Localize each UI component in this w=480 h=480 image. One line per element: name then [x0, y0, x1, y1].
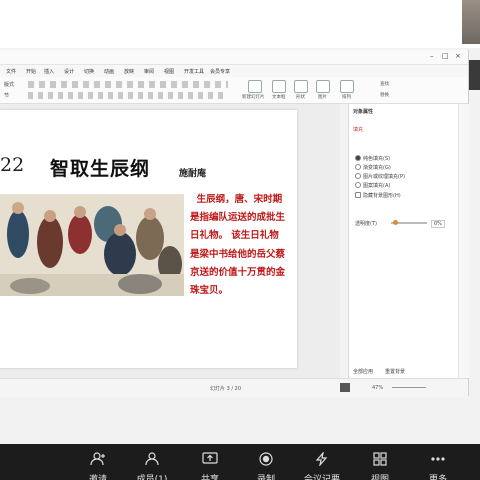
status-bar: 幻灯片 3 / 20 47% — [0, 378, 468, 397]
meeting-notes-label: 会议记要 — [303, 475, 340, 480]
transparency-slider-handle[interactable] — [393, 220, 398, 225]
invite-label: 邀请 — [88, 475, 107, 480]
record-button[interactable]: 录制 — [244, 444, 288, 480]
slide-body-text[interactable]: 生辰纲，唐、宋时期是指编队运送的成批生日礼物。 该生日礼物是梁中书给他的岳父蔡京… — [190, 191, 288, 300]
more-label: 更多 — [428, 475, 447, 480]
share-button[interactable]: 共享 — [188, 444, 232, 480]
picture-icon[interactable] — [316, 80, 330, 93]
record-label: 录制 — [256, 475, 275, 480]
current-slide[interactable]: 22 智取生辰纲 施耐庵 生辰纲，唐、宋时期是指编队运送的成批生日礼物。 该生日… — [0, 110, 297, 368]
transparency-value[interactable]: 0% — [431, 220, 445, 228]
pane-title: 对象属性 — [353, 109, 374, 115]
meeting-toolbar: 邀请 成员(1) 共享 录制 会议记要 视图 更多 — [0, 444, 480, 480]
zoom-level[interactable]: 47% — [372, 385, 383, 391]
view-button[interactable]: 视图 — [358, 444, 402, 480]
replace-button[interactable]: 替换 — [380, 92, 389, 98]
title-bar: – □ × — [0, 50, 468, 65]
zoom-slider[interactable] — [392, 387, 426, 388]
top-area — [0, 0, 480, 48]
view-label: 视图 — [370, 475, 389, 480]
lightning-icon — [315, 452, 328, 466]
menu-home[interactable]: 开始 — [26, 68, 36, 75]
maximize-icon[interactable]: □ — [442, 52, 449, 60]
more-button[interactable]: 更多 — [416, 444, 460, 480]
option-hide-bg: 隐藏背景图形(H) — [363, 193, 401, 199]
slide-number: 22 — [0, 154, 25, 176]
format-controls[interactable] — [28, 92, 228, 99]
share-screen-icon — [202, 452, 218, 464]
layout-button[interactable]: 版式 — [4, 81, 14, 88]
menu-slideshow[interactable]: 放映 — [124, 68, 134, 75]
arrange-icon[interactable] — [340, 80, 354, 93]
menu-file[interactable]: 文件 — [6, 68, 16, 75]
font-controls[interactable] — [28, 81, 228, 88]
shape-icon[interactable] — [294, 80, 308, 93]
textbox-icon[interactable] — [272, 80, 286, 93]
picture-fill-radio[interactable] — [355, 173, 361, 179]
share-label: 共享 — [200, 475, 219, 480]
find-button[interactable]: 查找 — [380, 81, 389, 87]
slide-counter: 幻灯片 3 / 20 — [210, 386, 241, 392]
object-properties-pane: 对象属性 填充 纯色填充(S) 渐变填充(G) 图片或纹理填充(P) 图案填充(… — [348, 104, 459, 378]
invite-button[interactable]: 邀请 — [76, 444, 120, 480]
members-button[interactable]: 成员(1) — [130, 444, 174, 480]
painting-figures — [0, 194, 184, 296]
members-label: 成员(1) — [136, 475, 168, 480]
illustration-image[interactable] — [0, 194, 184, 296]
shape-label: 形状 — [296, 95, 305, 100]
menu-transition[interactable]: 切换 — [84, 68, 94, 75]
menu-member[interactable]: 会员专享 — [210, 68, 230, 75]
menu-insert[interactable]: 插入 — [44, 68, 54, 75]
menu-review[interactable]: 审阅 — [144, 68, 154, 75]
slide-author[interactable]: 施耐庵 — [179, 166, 206, 179]
menu-animation[interactable]: 动画 — [104, 68, 114, 75]
menu-developer[interactable]: 开发工具 — [184, 68, 204, 75]
slide-canvas: 22 智取生辰纲 施耐庵 生辰纲，唐、宋时期是指编队运送的成批生日礼物。 该生日… — [0, 104, 340, 378]
presentation-app-window: – □ × 文件 开始 插入 设计 切换 动画 放映 审阅 视图 开发工具 会员… — [0, 50, 469, 397]
play-icon[interactable] — [340, 383, 350, 392]
more-dots-icon — [431, 457, 445, 461]
grid-view-icon — [373, 452, 387, 466]
pattern-fill-radio[interactable] — [355, 182, 361, 188]
option-picture: 图片或纹理填充(P) — [363, 174, 405, 180]
minimize-icon[interactable]: – — [430, 52, 434, 60]
arrange-label: 排列 — [342, 95, 351, 100]
apply-all-button[interactable]: 全部应用 — [353, 368, 373, 375]
gradient-fill-radio[interactable] — [355, 164, 361, 170]
camera-thumbnail[interactable] — [462, 0, 480, 44]
option-solid: 纯色填充(S) — [363, 156, 391, 162]
meeting-notes-button[interactable]: 会议记要 — [300, 444, 344, 480]
solid-fill-radio[interactable] — [355, 155, 361, 161]
pane-tab-fill[interactable]: 填充 — [353, 126, 363, 133]
record-icon — [259, 452, 273, 466]
menu-view[interactable]: 视图 — [164, 68, 174, 75]
members-icon — [145, 452, 159, 466]
menu-bar: 文件 开始 插入 设计 切换 动画 放映 审阅 视图 开发工具 会员专享 — [0, 65, 468, 77]
slide-title[interactable]: 智取生辰纲 — [50, 154, 150, 181]
screen: – □ × 文件 开始 插入 设计 切换 动画 放映 审阅 视图 开发工具 会员… — [0, 0, 480, 480]
right-tool-strip — [458, 104, 469, 378]
hide-background-checkbox[interactable] — [355, 192, 361, 198]
new-slide-icon[interactable] — [248, 80, 262, 93]
picture-label: 图片 — [318, 95, 327, 100]
invite-icon — [90, 452, 105, 466]
transparency-label: 透明度(T) — [355, 221, 377, 227]
ribbon-toolbar: 版式 节 新建幻灯片 文本框 形状 图片 排列 查找 替换 — [0, 77, 468, 104]
option-pattern: 图案填充(A) — [363, 183, 391, 189]
reset-background-button[interactable]: 重置背景 — [385, 368, 405, 375]
textbox-label: 文本框 — [272, 95, 286, 100]
menu-design[interactable]: 设计 — [64, 68, 74, 75]
close-icon[interactable]: × — [455, 52, 461, 60]
new-slide-label: 新建幻灯片 — [242, 95, 265, 100]
section-button[interactable]: 节 — [4, 92, 9, 99]
option-gradient: 渐变填充(G) — [363, 165, 391, 171]
